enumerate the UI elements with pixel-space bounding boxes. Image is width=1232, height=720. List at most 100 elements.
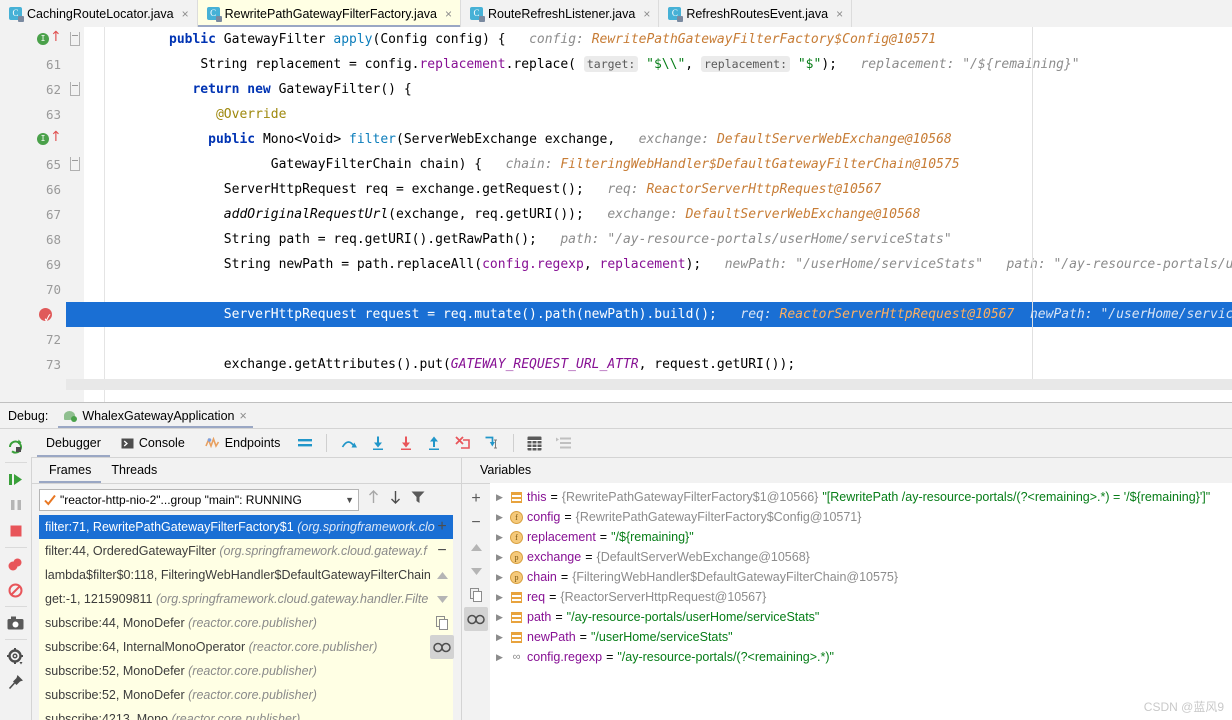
editor-tab-refresh-routes-event[interactable]: C RefreshRoutesEvent.java × xyxy=(659,0,853,27)
fold-gutter[interactable] xyxy=(66,227,84,252)
tab-debugger[interactable]: Debugger xyxy=(37,430,110,457)
variable-row-req[interactable]: ▶ req = {ReactorServerHttpRequest@10567} xyxy=(490,587,1232,607)
frame-list-item[interactable]: get:-1, 1215909811 (org.springframework.… xyxy=(39,587,453,611)
close-icon[interactable]: × xyxy=(239,409,246,423)
move-down-icon[interactable] xyxy=(464,559,488,583)
expand-triangle-icon[interactable]: ▶ xyxy=(496,507,506,527)
gutter-line-number[interactable]: 70 xyxy=(0,277,66,302)
expand-triangle-icon[interactable]: ▶ xyxy=(496,547,506,567)
fold-collapse-icon[interactable] xyxy=(70,32,80,46)
resume-program-icon[interactable] xyxy=(3,466,29,492)
code-line-61[interactable]: 61 String replacement = config.replaceme… xyxy=(0,52,1232,77)
code-editor[interactable]: 60 I↑ public GatewayFilter apply(Config … xyxy=(0,27,1232,402)
expand-triangle-icon[interactable]: ▶ xyxy=(496,647,506,667)
frame-list-item[interactable]: filter:71, RewritePathGatewayFilterFacto… xyxy=(39,515,453,539)
fold-gutter[interactable] xyxy=(66,77,84,102)
gutter-line-number[interactable]: 67 xyxy=(0,202,66,227)
variables-list[interactable]: ▶ this = {RewritePathGatewayFilterFactor… xyxy=(490,483,1232,720)
settings-icon[interactable] xyxy=(3,643,29,669)
fold-gutter[interactable] xyxy=(66,252,84,277)
step-out-icon[interactable] xyxy=(421,430,447,457)
stop-icon[interactable] xyxy=(3,518,29,544)
gutter-line-number[interactable]: 63 xyxy=(0,102,66,127)
variable-row-this[interactable]: ▶ this = {RewritePathGatewayFilterFactor… xyxy=(490,487,1232,507)
arrow-up-icon[interactable] xyxy=(367,490,380,504)
variable-row-config[interactable]: ▶ f config = {RewritePathGatewayFilterFa… xyxy=(490,507,1232,527)
frame-list-item[interactable]: subscribe:64, InternalMonoOperator (reac… xyxy=(39,635,453,659)
drop-frame-icon[interactable] xyxy=(449,430,476,457)
editor-horizontal-scrollbar[interactable] xyxy=(66,379,1232,390)
copy-icon[interactable] xyxy=(430,611,454,635)
frame-list-item[interactable]: subscribe:4213, Mono (reactor.core.publi… xyxy=(39,707,453,720)
fold-gutter[interactable] xyxy=(66,52,84,77)
frame-list-item[interactable]: subscribe:52, MonoDefer (reactor.core.pu… xyxy=(39,683,453,707)
gutter-line-number[interactable]: 73 xyxy=(0,352,66,377)
run-to-cursor-marker-icon[interactable]: I ↑ xyxy=(36,127,62,152)
code-line-66[interactable]: 66 ServerHttpRequest req = exchange.getR… xyxy=(0,177,1232,202)
fold-gutter[interactable] xyxy=(66,152,84,177)
gutter-line-number[interactable]: 69 xyxy=(0,252,66,277)
gutter-line-number[interactable]: 65 xyxy=(0,152,66,177)
code-line-68[interactable]: 68 String path = req.getURI().getRawPath… xyxy=(0,227,1232,252)
close-icon[interactable]: × xyxy=(643,7,650,21)
inline-watches-icon[interactable] xyxy=(464,607,488,631)
frames-list[interactable]: filter:71, RewritePathGatewayFilterFacto… xyxy=(39,515,453,720)
close-icon[interactable]: × xyxy=(445,7,452,21)
expand-triangle-icon[interactable]: ▶ xyxy=(496,587,506,607)
run-configuration-tab[interactable]: WhalexGatewayApplication × xyxy=(58,404,252,428)
editor-tab-caching-route-locator[interactable]: C CachingRouteLocator.java × xyxy=(0,0,198,27)
watches-icon[interactable] xyxy=(430,635,454,659)
fold-collapse-icon[interactable] xyxy=(70,157,80,171)
expand-triangle-icon[interactable]: ▶ xyxy=(496,627,506,647)
arrow-down-icon[interactable] xyxy=(389,490,402,504)
code-line-73[interactable]: 73 exchange.getAttributes().put(GATEWAY_… xyxy=(0,352,1232,377)
view-breakpoints-icon[interactable] xyxy=(3,551,29,577)
tab-console[interactable]: Console xyxy=(112,430,194,457)
gutter-line-number[interactable]: 64 I↑ xyxy=(0,127,75,172)
add-icon[interactable]: + xyxy=(430,515,454,539)
remove-watch-icon[interactable]: − xyxy=(464,511,488,535)
variable-row-path[interactable]: ▶ path = "/ay-resource-portals/userHome/… xyxy=(490,607,1232,627)
copy-value-icon[interactable] xyxy=(464,583,488,607)
frame-list-item[interactable]: subscribe:44, MonoDefer (reactor.core.pu… xyxy=(39,611,453,635)
tab-endpoints[interactable]: Endpoints xyxy=(196,430,290,457)
gutter-line-number[interactable]: 62 xyxy=(0,77,66,102)
pin-tab-icon[interactable] xyxy=(3,669,29,695)
mute-breakpoints-icon[interactable] xyxy=(3,577,29,603)
frame-list-item[interactable]: lambda$filter$0:118, FilteringWebHandler… xyxy=(39,563,453,587)
show-frames-icon[interactable] xyxy=(550,430,577,457)
variable-row-config-regexp[interactable]: ▶ ∞ config.regexp = "/ay-resource-portal… xyxy=(490,647,1232,667)
gutter-line-number[interactable]: 72 xyxy=(0,327,66,352)
rerun-icon[interactable] xyxy=(3,433,29,459)
expand-triangle-icon[interactable]: ▶ xyxy=(496,527,506,547)
fold-gutter[interactable] xyxy=(66,202,84,227)
step-over-icon[interactable] xyxy=(334,430,363,457)
variable-row-replacement[interactable]: ▶ f replacement = "/${remaining}" xyxy=(490,527,1232,547)
expand-triangle-icon[interactable]: ▶ xyxy=(496,607,506,627)
fold-gutter[interactable] xyxy=(66,102,84,127)
close-icon[interactable]: × xyxy=(182,7,189,21)
add-watch-icon[interactable]: + xyxy=(464,487,488,511)
code-line-64[interactable]: 64 I↑ public Mono<Void> filter(ServerWeb… xyxy=(0,127,1232,172)
fold-gutter[interactable] xyxy=(66,277,84,302)
evaluate-expression-icon[interactable] xyxy=(521,430,548,457)
fold-gutter[interactable] xyxy=(66,27,84,52)
gutter-line-number[interactable]: 66 xyxy=(0,177,66,202)
variable-row-exchange[interactable]: ▶ p exchange = {DefaultServerWebExchange… xyxy=(490,547,1232,567)
step-into-icon[interactable] xyxy=(365,430,391,457)
fold-gutter[interactable] xyxy=(66,327,84,352)
expand-triangle-icon[interactable]: ▶ xyxy=(496,567,506,587)
code-line-62[interactable]: 62 return new GatewayFilter() { xyxy=(0,77,1232,102)
frame-list-item[interactable]: subscribe:52, MonoDefer (reactor.core.pu… xyxy=(39,659,453,683)
thread-selector[interactable]: "reactor-http-nio-2"...group "main": RUN… xyxy=(39,489,359,511)
remove-icon[interactable]: − xyxy=(430,539,454,563)
fold-collapse-icon[interactable] xyxy=(70,82,80,96)
run-to-cursor-icon[interactable] xyxy=(478,430,506,457)
editor-tab-route-refresh-listener[interactable]: C RouteRefreshListener.java × xyxy=(461,0,660,27)
breakpoint-icon[interactable]: ✓ xyxy=(36,302,62,327)
close-icon[interactable]: × xyxy=(836,7,843,21)
run-to-cursor-marker-icon[interactable]: I ↑ xyxy=(36,27,62,52)
code-line-69[interactable]: 69 String newPath = path.replaceAll(conf… xyxy=(0,252,1232,277)
gutter-line-number[interactable]: 71 ✓ xyxy=(0,302,75,347)
code-line-60[interactable]: 60 I↑ public GatewayFilter apply(Config … xyxy=(0,27,1232,72)
